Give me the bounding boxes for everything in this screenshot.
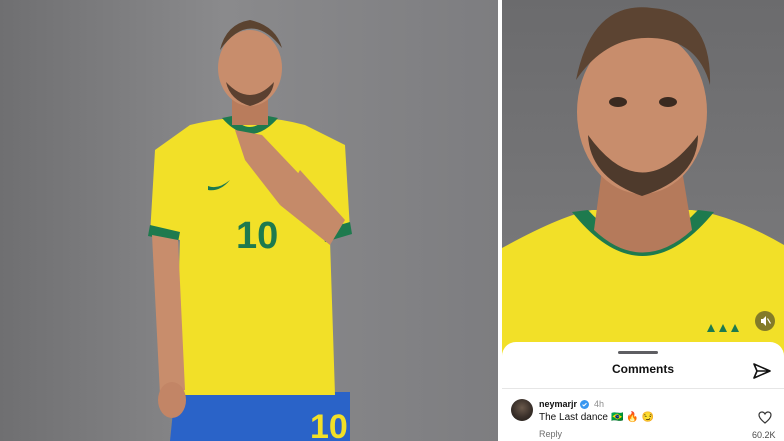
comment-text: The Last dance	[539, 412, 608, 423]
comment-username[interactable]: neymarjr	[539, 399, 577, 409]
comments-sheet: Comments neymarjr 4h The Last dance 🇧🇷 🔥…	[502, 342, 784, 441]
send-icon[interactable]	[751, 360, 773, 382]
comment-header: neymarjr 4h	[539, 399, 604, 409]
shorts-number: 10	[310, 408, 348, 441]
reply-button[interactable]: Reply	[539, 429, 562, 439]
comment-body: The Last dance 🇧🇷 🔥 😏	[539, 412, 654, 423]
sheet-drag-handle[interactable]	[618, 351, 658, 354]
face	[218, 30, 282, 106]
comment-time: 4h	[594, 399, 605, 409]
verified-icon	[580, 399, 590, 409]
smirk-emoji: 😏	[641, 411, 655, 423]
like-count: 60.2K	[752, 430, 776, 440]
brazil-flag-emoji: 🇧🇷	[610, 411, 624, 423]
heart-icon[interactable]	[758, 411, 772, 424]
divider	[502, 388, 784, 389]
left-photo: 10 10	[0, 0, 498, 441]
player-illustration: 10 10	[148, 20, 352, 441]
jersey-number: 10	[236, 215, 278, 257]
avatar[interactable]	[511, 399, 533, 421]
comments-title: Comments	[611, 362, 674, 376]
instagram-post: Comments neymarjr 4h The Last dance 🇧🇷 🔥…	[502, 0, 784, 441]
mute-icon[interactable]	[755, 311, 775, 331]
fire-emoji: 🔥	[626, 411, 639, 423]
